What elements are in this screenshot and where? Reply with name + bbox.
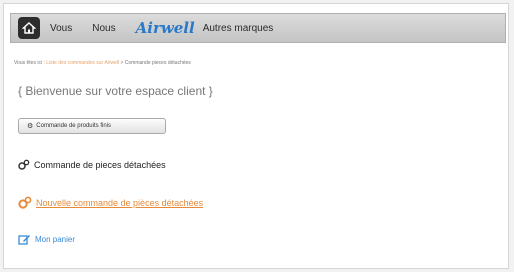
edit-icon bbox=[18, 235, 30, 245]
home-icon bbox=[22, 22, 36, 34]
gears-icon bbox=[18, 196, 32, 209]
finished-products-order-button[interactable]: ⚙ Commande de produits finis bbox=[18, 118, 166, 134]
section-title: Commande de pieces détachées bbox=[18, 159, 166, 171]
breadcrumb-link[interactable]: Liste des commandes sur Airwell bbox=[46, 60, 119, 66]
page-frame: Vous Nous Airwell Autres marques Vous êt… bbox=[3, 3, 509, 269]
home-button[interactable] bbox=[18, 17, 40, 39]
nav-item-nous[interactable]: Nous bbox=[92, 23, 115, 34]
new-parts-order-link[interactable]: Nouvelle commande de pièces détachées bbox=[18, 196, 203, 210]
order-button-label: Commande de produits finis bbox=[36, 123, 111, 129]
breadcrumb: Vous êtes ici : Liste des commandes sur … bbox=[14, 60, 191, 66]
nav-item-vous[interactable]: Vous bbox=[50, 23, 72, 34]
top-navigation-bar: Vous Nous Airwell Autres marques bbox=[10, 13, 506, 43]
my-cart-label: Mon panier bbox=[35, 235, 76, 244]
my-cart-link[interactable]: Mon panier bbox=[18, 233, 75, 246]
brand-logo-link[interactable]: Airwell bbox=[136, 19, 195, 37]
gears-icon bbox=[18, 159, 30, 170]
nav-item-other-brands[interactable]: Autres marques bbox=[203, 23, 274, 34]
new-parts-order-label: Nouvelle commande de pièces détachées bbox=[36, 198, 204, 208]
welcome-heading: { Bienvenue sur votre espace client } bbox=[18, 84, 213, 98]
breadcrumb-current: > Commande pieces détachées bbox=[120, 60, 191, 66]
section-title-label: Commande de pieces détachées bbox=[34, 160, 166, 170]
breadcrumb-start: Vous êtes ici : bbox=[14, 60, 45, 66]
gears-icon: ⚙ bbox=[27, 123, 34, 130]
